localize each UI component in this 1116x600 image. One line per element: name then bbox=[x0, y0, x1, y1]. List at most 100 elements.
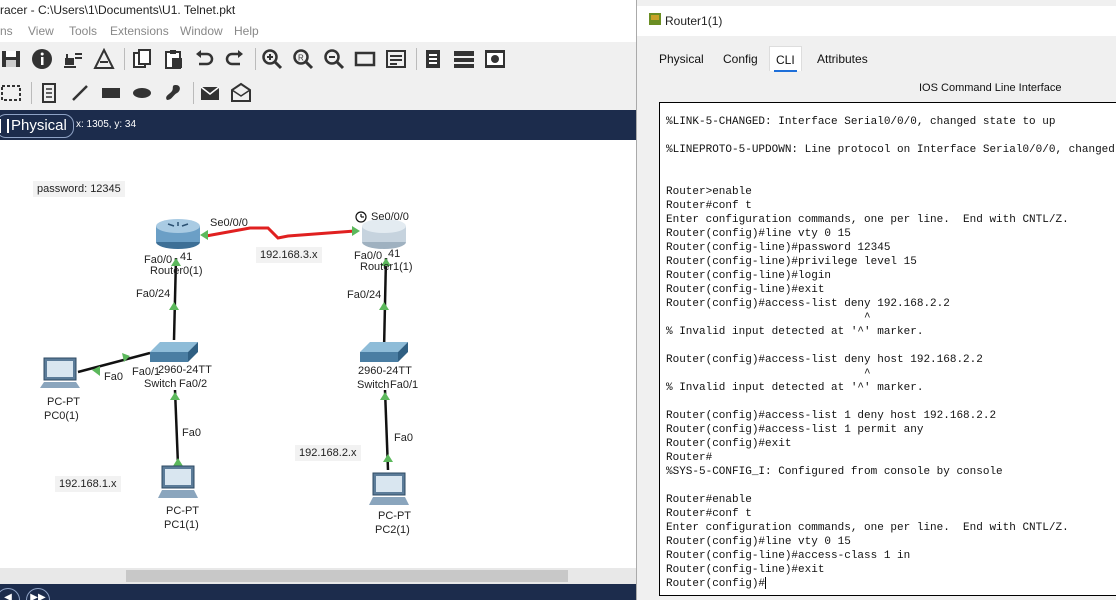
router-app-icon bbox=[649, 13, 661, 25]
network-info-icon[interactable] bbox=[62, 48, 84, 70]
pc2-type-label: PC-PT bbox=[378, 510, 411, 522]
toolbar-separator bbox=[255, 48, 256, 70]
serial-link[interactable] bbox=[205, 226, 356, 240]
info-icon[interactable] bbox=[31, 48, 53, 70]
router1-model-label: 41 bbox=[388, 248, 401, 260]
topology-canvas[interactable]: password: 12345 192.168.3.x 192.168.2.x … bbox=[0, 140, 636, 568]
note-network-serial[interactable]: 192.168.3.x bbox=[256, 247, 322, 263]
switch1-device[interactable] bbox=[360, 342, 408, 362]
link-up-markers bbox=[92, 226, 393, 466]
paste-icon[interactable] bbox=[162, 48, 184, 70]
palette-icon[interactable] bbox=[385, 48, 407, 70]
toolbar-separator bbox=[416, 48, 417, 70]
cli-terminal[interactable]: %LINK-5-CHANGED: Interface Serial0/0/0, … bbox=[659, 102, 1116, 596]
horizontal-scrollbar[interactable] bbox=[0, 568, 636, 584]
zoom-in-icon[interactable] bbox=[261, 48, 283, 70]
pc2-device[interactable] bbox=[369, 472, 409, 505]
tab-physical[interactable]: Physical bbox=[653, 46, 710, 70]
rectangle-icon[interactable] bbox=[354, 48, 376, 70]
select-icon[interactable] bbox=[0, 82, 22, 104]
tab-attributes[interactable]: Attributes bbox=[811, 46, 874, 70]
note-password[interactable]: password: 12345 bbox=[33, 181, 125, 197]
pc1-type-label: PC-PT bbox=[166, 505, 199, 517]
router0-device[interactable] bbox=[156, 219, 200, 249]
menu-extensions[interactable]: Extensions bbox=[110, 20, 169, 42]
delete-icon[interactable] bbox=[230, 82, 252, 104]
cursor-coordinates: x: 1305, y: 34 bbox=[76, 119, 137, 130]
topology-drawing bbox=[40, 211, 409, 505]
redo-icon[interactable] bbox=[224, 48, 246, 70]
menu-view[interactable]: View bbox=[28, 20, 54, 42]
svg-text:R: R bbox=[298, 54, 304, 63]
physical-view-label: Physical bbox=[11, 117, 67, 134]
notes-icon[interactable] bbox=[422, 48, 444, 70]
switch1-fa1-label: Fa0/1 bbox=[390, 379, 419, 391]
pc1-name-label: PC1(1) bbox=[164, 519, 199, 531]
router0-serial-label: Se0/0/0 bbox=[210, 217, 248, 229]
custom-device-icon[interactable] bbox=[484, 48, 506, 70]
clock-icon bbox=[355, 211, 367, 223]
tab-cli[interactable]: CLI bbox=[769, 46, 802, 72]
switch1-model-label: 2960-24TT bbox=[358, 365, 412, 377]
toolbar-separator bbox=[124, 48, 125, 70]
router-config-dialog: Router1(1) Physical Config CLI Attribute… bbox=[636, 0, 1116, 600]
pc1-fa-label: Fa0 bbox=[182, 427, 201, 439]
realtime-simulation-bar bbox=[0, 584, 636, 600]
switch1-name-label: Switch bbox=[357, 379, 390, 391]
save-icon[interactable] bbox=[0, 48, 22, 70]
activity-wizard-icon[interactable] bbox=[93, 48, 115, 70]
note-network-left[interactable]: 192.168.1.x bbox=[55, 476, 121, 492]
menu-bar: ns View Tools Extensions Window Help bbox=[0, 20, 636, 42]
pc1-device[interactable] bbox=[158, 465, 198, 498]
switch0-uplink-label: Fa0/24 bbox=[136, 288, 171, 300]
switch1-uplink-label: Fa0/24 bbox=[347, 289, 382, 301]
router0-model-label: 41 bbox=[180, 251, 193, 263]
pc0-fa-label: Fa0 bbox=[104, 371, 123, 383]
device-list-icon[interactable] bbox=[453, 48, 475, 70]
title-bar: racer - C:\Users\1\Documents\U1. Telnet.… bbox=[0, 0, 636, 20]
switch0-fa1-label: Fa0/1 bbox=[132, 366, 161, 378]
zoom-reset-icon[interactable]: R bbox=[292, 48, 314, 70]
link-sw0-pc1[interactable] bbox=[173, 389, 180, 466]
pc2-fa-label: Fa0 bbox=[394, 432, 413, 444]
switch0-name-label: Switch bbox=[144, 378, 177, 390]
pc0-device[interactable] bbox=[40, 357, 80, 388]
pc2-name-label: PC2(1) bbox=[375, 524, 410, 536]
cli-header-label: IOS Command Line Interface bbox=[919, 82, 1062, 94]
inspect-icon[interactable] bbox=[199, 82, 221, 104]
copy-icon[interactable] bbox=[131, 48, 153, 70]
tab-attributes-label: Attributes bbox=[817, 52, 868, 66]
router1-device[interactable] bbox=[362, 219, 406, 249]
router1-serial-label: Se0/0/0 bbox=[371, 211, 409, 223]
line-icon[interactable] bbox=[69, 82, 91, 104]
window-title: racer - C:\Users\1\Documents\U1. Telnet.… bbox=[0, 3, 236, 17]
draw-rectangle-icon[interactable] bbox=[100, 82, 122, 104]
toolbar-separator bbox=[193, 82, 194, 104]
tab-physical-label: Physical bbox=[659, 52, 704, 66]
scrollbar-thumb[interactable] bbox=[126, 570, 568, 582]
pc0-name-label: PC0(1) bbox=[44, 410, 79, 422]
pc0-type-label: PC-PT bbox=[47, 396, 80, 408]
zoom-out-icon[interactable] bbox=[323, 48, 345, 70]
note-network-right[interactable]: 192.168.2.x bbox=[295, 445, 361, 461]
text-cursor bbox=[765, 577, 767, 590]
freeform-icon[interactable] bbox=[162, 82, 184, 104]
note-icon[interactable] bbox=[38, 82, 60, 104]
dialog-title: Router1(1) bbox=[665, 14, 723, 28]
menu-window[interactable]: Window bbox=[180, 20, 223, 42]
physical-view-button[interactable]: Physical bbox=[0, 114, 74, 138]
menu-tools[interactable]: Tools bbox=[69, 20, 97, 42]
dialog-title-bar: Router1(1) bbox=[637, 6, 1116, 36]
logical-physical-bar: Physical x: 1305, y: 34 bbox=[0, 110, 636, 140]
switch0-fa2-label: Fa0/2 bbox=[179, 378, 208, 390]
menu-help[interactable]: Help bbox=[234, 20, 259, 42]
switch0-device[interactable] bbox=[150, 342, 198, 362]
draw-ellipse-icon[interactable] bbox=[131, 82, 153, 104]
tab-config[interactable]: Config bbox=[717, 46, 764, 70]
main-toolbar: R bbox=[0, 42, 636, 76]
undo-icon[interactable] bbox=[193, 48, 215, 70]
packet-tracer-main-window: racer - C:\Users\1\Documents\U1. Telnet.… bbox=[0, 0, 636, 600]
terminal-output: %LINK-5-CHANGED: Interface Serial0/0/0, … bbox=[666, 116, 1115, 590]
menu-options[interactable]: ns bbox=[0, 20, 13, 42]
router0-name-label: Router0(1) bbox=[150, 265, 203, 277]
